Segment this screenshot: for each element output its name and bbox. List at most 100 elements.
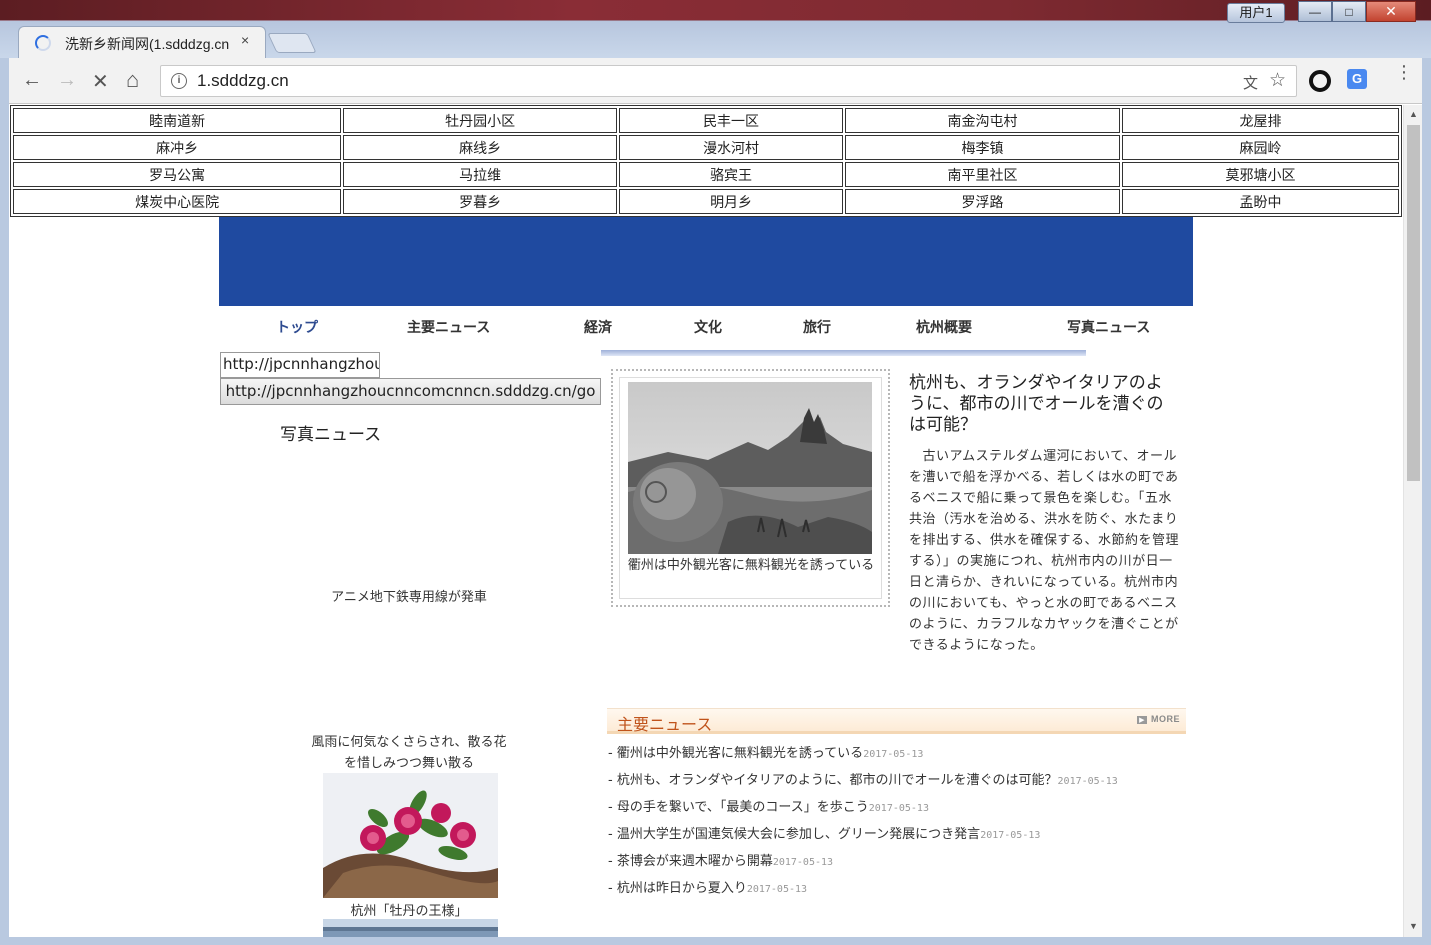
lake-photo[interactable] xyxy=(323,919,498,937)
window-frame-right xyxy=(1422,58,1431,945)
nav-item-economy[interactable]: 経済 xyxy=(584,317,612,337)
photo-caption-peony-king[interactable]: 杭州「牡丹の王様」 xyxy=(309,900,509,919)
minimize-button[interactable]: — xyxy=(1298,1,1332,22)
mountain-image-svg xyxy=(628,382,872,554)
page-viewport: 睦南道新 牡丹园小区 民丰一区 南金沟屯村 龙屋排 麻冲乡 麻线乡 漫水河村 梅李镇 麻园岭 罗马公… xyxy=(9,105,1422,937)
link-table-cell[interactable]: 明月乡 xyxy=(619,189,843,214)
link-table-cell[interactable]: 罗浮路 xyxy=(844,189,1120,214)
go-button[interactable]: http://jpcnnhangzhoucnncomcnncn.sdddzg.c… xyxy=(220,378,601,405)
featured-photo-box: 衢州は中外観光客に無料観光を誘っている xyxy=(611,369,890,607)
photo-caption-falling-flowers[interactable]: 風雨に何気なくさらされ、散る花を惜しみつつ舞い散る xyxy=(309,732,509,774)
news-headline[interactable]: - 杭州も、オランダやイタリアのように、都市の川でオールを漕ぐのは可能？ xyxy=(608,773,1058,788)
scroll-up-arrow-icon[interactable]: ▲ xyxy=(1409,109,1418,119)
extension-ring-icon[interactable] xyxy=(1309,70,1331,92)
tab-close-icon[interactable]: × xyxy=(241,32,249,48)
featured-article-body: 古いアムステルダム運河において、オールを漕いで船を浮かべる、若しくは水の町である… xyxy=(909,449,1180,653)
main-news-title: 主要ニュース xyxy=(617,715,713,734)
list-item[interactable]: - 杭州は昨日から夏入り2017-05-13 xyxy=(608,881,1183,898)
link-table-cell[interactable]: 睦南道新 xyxy=(13,108,342,133)
tab-title: 洗新乡新闻网(1.sdddzg.cn xyxy=(65,36,230,52)
nav-item-photo-news[interactable]: 写真ニュース xyxy=(1067,317,1150,337)
scroll-down-arrow-icon[interactable]: ▼ xyxy=(1409,921,1418,931)
nav-item-top[interactable]: トップ xyxy=(276,317,318,337)
link-table-cell[interactable]: 梅李镇 xyxy=(844,135,1120,160)
google-translate-extension-icon[interactable]: G xyxy=(1347,69,1367,89)
link-table-row: 睦南道新 牡丹园小区 民丰一区 南金沟屯村 龙屋排 xyxy=(13,108,1399,133)
browser-toolbar: ← → ✕ ⌂ i 1.sdddzg.cn 文 ☆ G ⋮ xyxy=(0,58,1431,104)
link-table-cell[interactable]: 南金沟屯村 xyxy=(844,108,1120,133)
news-date: 2017-05-13 xyxy=(746,884,808,895)
nav-item-travel[interactable]: 旅行 xyxy=(803,317,831,337)
news-headline[interactable]: - 衢州は中外観光客に無料観光を誘っている xyxy=(608,746,863,761)
photo-news-title: 写真ニュース xyxy=(280,425,382,445)
nav-underline xyxy=(601,350,1086,356)
nav-item-main-news[interactable]: 主要ニュース xyxy=(407,317,490,337)
link-table-cell[interactable]: 南平里社区 xyxy=(844,162,1120,187)
nav-item-hangzhou-overview[interactable]: 杭州概要 xyxy=(916,317,972,337)
stop-icon[interactable]: ✕ xyxy=(92,69,109,94)
photo-caption-subway[interactable]: アニメ地下鉄専用線が発車 xyxy=(309,586,509,605)
loading-spinner-icon xyxy=(35,35,51,51)
featured-photo[interactable] xyxy=(628,382,872,554)
news-headline[interactable]: - 茶博会が来週木曜から開幕 xyxy=(608,854,773,869)
home-icon[interactable]: ⌂ xyxy=(126,67,139,93)
news-headline[interactable]: - 母の手を繋いで、「最美のコース」を歩こう xyxy=(608,800,869,815)
profile-button[interactable]: 用户1 xyxy=(1227,3,1285,23)
news-date: 2017-05-13 xyxy=(772,857,834,868)
news-date: 2017-05-13 xyxy=(868,803,929,814)
news-list: - 衢州は中外観光客に無料観光を誘っている2017-05-13 - 杭州も、オラ… xyxy=(608,746,1183,908)
main-news-header: 主要ニュース MORE xyxy=(607,708,1186,734)
list-item[interactable]: - 茶博会が来週木曜から開幕2017-05-13 xyxy=(608,854,1183,871)
site-banner xyxy=(219,217,1193,306)
link-table-row: 麻冲乡 麻线乡 漫水河村 梅李镇 麻园岭 xyxy=(13,135,1399,160)
link-table-cell[interactable]: 漫水河村 xyxy=(619,135,843,160)
site-info-icon[interactable]: i xyxy=(171,73,187,89)
window-controls: — □ ✕ xyxy=(1298,1,1416,23)
link-table-cell[interactable]: 马拉维 xyxy=(343,162,618,187)
link-table-cell[interactable]: 麻冲乡 xyxy=(13,135,342,160)
url-text[interactable]: 1.sdddzg.cn xyxy=(197,71,289,91)
peony-image-svg xyxy=(323,773,498,898)
link-table-cell[interactable]: 麻线乡 xyxy=(343,135,618,160)
news-headline[interactable]: - 温州大学生が国連気候大会に参加し、グリーン発展につき発言 xyxy=(608,827,980,842)
new-tab-button[interactable] xyxy=(267,33,317,53)
link-table-cell[interactable]: 骆宾王 xyxy=(619,162,843,187)
list-item[interactable]: - 温州大学生が国連気候大会に参加し、グリーン発展につき発言2017-05-13 xyxy=(608,827,1183,844)
address-bar[interactable]: i 1.sdddzg.cn 文 ☆ xyxy=(160,65,1297,97)
peony-photo[interactable] xyxy=(323,773,498,898)
main-nav: トップ 主要ニュース 経済 文化 旅行 杭州概要 写真ニュース xyxy=(219,317,1193,339)
link-table-row: 煤炭中心医院 罗暮乡 明月乡 罗浮路 孟盼中 xyxy=(13,189,1399,214)
url-input[interactable]: http://jpcnnhangzhoucnncomcnncn.sdddzg.c… xyxy=(220,352,380,378)
list-item[interactable]: - 杭州も、オランダやイタリアのように、都市の川でオールを漕ぐのは可能？2017… xyxy=(608,773,1183,790)
nav-item-culture[interactable]: 文化 xyxy=(694,317,722,337)
back-icon[interactable]: ← xyxy=(22,69,42,92)
featured-photo-caption[interactable]: 衢州は中外観光客に無料観光を誘っている xyxy=(625,556,877,576)
link-table-cell[interactable]: 牡丹园小区 xyxy=(343,108,618,133)
link-table-cell[interactable]: 莫邪塘小区 xyxy=(1121,162,1399,187)
more-link[interactable]: MORE xyxy=(1137,714,1180,724)
link-table-cell[interactable]: 民丰一区 xyxy=(619,108,843,133)
news-headline[interactable]: - 杭州は昨日から夏入り xyxy=(608,881,747,896)
window-frame-left xyxy=(0,58,9,945)
featured-article-title[interactable]: 杭州も、オランダやイタリアのように、都市の川でオールを漕ぐのは可能？ xyxy=(909,373,1169,436)
link-table-cell[interactable]: 孟盼中 xyxy=(1121,189,1399,214)
scrollbar-thumb[interactable] xyxy=(1407,125,1420,481)
close-window-button[interactable]: ✕ xyxy=(1366,1,1416,22)
translate-icon[interactable]: 文 xyxy=(1243,72,1258,93)
link-table-cell[interactable]: 煤炭中心医院 xyxy=(13,189,342,214)
link-table-cell[interactable]: 罗马公寓 xyxy=(13,162,342,187)
vertical-scrollbar[interactable]: ▲ ▼ xyxy=(1403,105,1422,937)
forward-icon[interactable]: → xyxy=(57,69,77,92)
window-titlebar: 用户1 — □ ✕ 洗新乡新闻网(1.sdddzg.cn × xyxy=(0,0,1431,59)
browser-tab[interactable]: 洗新乡新闻网(1.sdddzg.cn × xyxy=(18,26,266,59)
maximize-button[interactable]: □ xyxy=(1332,1,1366,22)
link-table-cell[interactable]: 龙屋排 xyxy=(1121,108,1399,133)
list-item[interactable]: - 母の手を繋いで、「最美のコース」を歩こう2017-05-13 xyxy=(608,800,1183,817)
news-date: 2017-05-13 xyxy=(980,830,1041,841)
browser-menu-icon[interactable]: ⋮ xyxy=(1395,63,1413,81)
link-table-cell[interactable]: 罗暮乡 xyxy=(343,189,618,214)
list-item[interactable]: - 衢州は中外観光客に無料観光を誘っている2017-05-13 xyxy=(608,746,1183,763)
link-table-cell[interactable]: 麻园岭 xyxy=(1121,135,1399,160)
link-table: 睦南道新 牡丹园小区 民丰一区 南金沟屯村 龙屋排 麻冲乡 麻线乡 漫水河村 梅李镇 麻园岭 罗马公… xyxy=(10,105,1402,217)
bookmark-star-icon[interactable]: ☆ xyxy=(1269,69,1286,92)
